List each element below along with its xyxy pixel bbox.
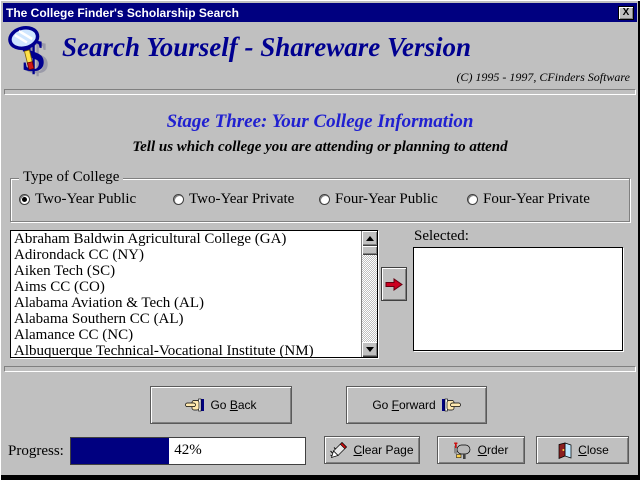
- app-window: The College Finder's Scholarship Search …: [0, 0, 640, 480]
- go-back-button[interactable]: Go Back: [150, 386, 292, 424]
- progress-value: 42%: [174, 442, 202, 459]
- close-icon[interactable]: X: [618, 6, 634, 20]
- close-button[interactable]: Close: [536, 436, 629, 464]
- radio-two-year-private[interactable]: Two-Year Private: [173, 191, 319, 208]
- hand-pointing-left-icon: [185, 398, 204, 412]
- list-item[interactable]: Alamance CC (NC): [11, 327, 377, 343]
- list-item[interactable]: Alabama Southern CC (AL): [11, 311, 377, 327]
- copyright-text: (C) 1995 - 1997, CFinders Software: [456, 70, 630, 85]
- magnifier-dollar-logo-icon: $ $: [6, 25, 58, 81]
- window-title: The College Finder's Scholarship Search: [6, 6, 618, 20]
- radio-four-year-public[interactable]: Four-Year Public: [319, 191, 467, 208]
- radio-four-year-private[interactable]: Four-Year Private: [467, 191, 590, 208]
- radio-icon: [319, 194, 330, 205]
- list-item[interactable]: Aiken Tech (SC): [11, 263, 377, 279]
- type-of-college-groupbox: Type of College Two-Year Public Two-Year…: [10, 178, 630, 222]
- radio-icon: [173, 194, 184, 205]
- progress-label: Progress:: [8, 443, 64, 460]
- progress-fill: [71, 438, 169, 464]
- clear-page-button[interactable]: Clear Page: [324, 436, 420, 464]
- footer-divider: [4, 366, 636, 372]
- header-divider: [4, 89, 636, 95]
- app-title: Search Yourself - Shareware Version: [62, 32, 471, 63]
- add-selected-button[interactable]: [381, 267, 407, 301]
- hand-pointing-right-icon: [442, 398, 461, 412]
- list-scrollbar[interactable]: [361, 231, 377, 357]
- title-bar: The College Finder's Scholarship Search …: [3, 3, 637, 22]
- list-item[interactable]: Aims CC (CO): [11, 279, 377, 295]
- list-item[interactable]: Albuquerque Technical-Vocational Institu…: [11, 343, 377, 358]
- red-right-arrow-icon: [385, 278, 403, 291]
- scroll-up-icon[interactable]: [362, 231, 378, 246]
- radio-two-year-public[interactable]: Two-Year Public: [19, 191, 173, 208]
- progress-bar: 42%: [70, 437, 306, 465]
- selected-listbox[interactable]: [413, 247, 623, 351]
- scroll-down-icon[interactable]: [362, 342, 378, 357]
- list-item[interactable]: Alabama Aviation & Tech (AL): [11, 295, 377, 311]
- list-item[interactable]: Adirondack CC (NY): [11, 247, 377, 263]
- list-item[interactable]: Abraham Baldwin Agricultural College (GA…: [11, 231, 377, 247]
- groupbox-label: Type of College: [19, 169, 123, 186]
- mailbox-icon: [454, 442, 472, 459]
- go-forward-button[interactable]: Go Forward: [346, 386, 487, 424]
- scrollbar-track[interactable]: [362, 255, 377, 342]
- open-door-icon: [556, 442, 572, 459]
- order-button[interactable]: Order: [437, 436, 525, 464]
- stage-subtitle: Tell us which college you are attending …: [0, 139, 640, 156]
- radio-icon: [19, 194, 30, 205]
- pencil-eraser-icon: [330, 442, 347, 458]
- radio-icon: [467, 194, 478, 205]
- radio-row: Two-Year Public Two-Year Private Four-Ye…: [19, 191, 621, 208]
- stage-title: Stage Three: Your College Information: [0, 111, 640, 133]
- selected-label: Selected:: [414, 228, 469, 245]
- scrollbar-thumb[interactable]: [362, 246, 378, 255]
- college-listbox[interactable]: Abraham Baldwin Agricultural College (GA…: [10, 230, 378, 358]
